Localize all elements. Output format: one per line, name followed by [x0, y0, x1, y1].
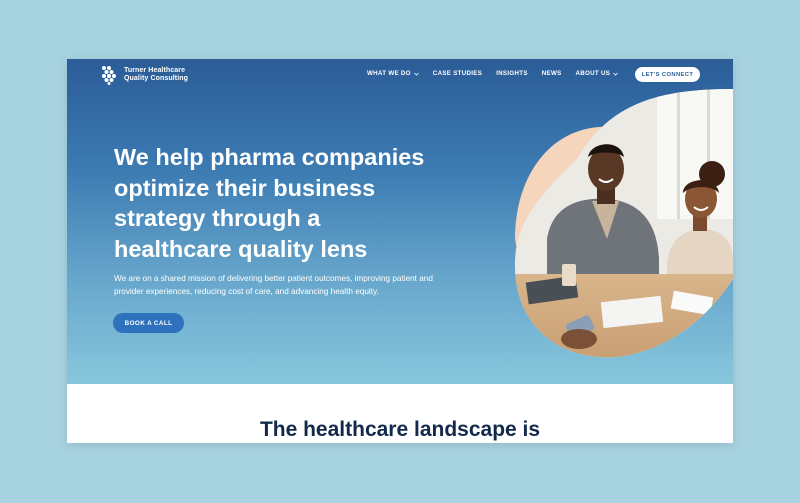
hero-headline-line: optimize their business: [114, 174, 376, 201]
nav-item-news[interactable]: NEWS: [542, 70, 562, 77]
brand-name: Turner Healthcare Quality Consulting: [124, 67, 188, 84]
nav-item-case-studies[interactable]: CASE STUDIES: [433, 70, 482, 77]
section-title: The healthcare landscape is: [259, 418, 541, 441]
nav-item-label: INSIGHTS: [496, 70, 528, 77]
chevron-down-icon: [414, 72, 419, 76]
nav-item-label: CASE STUDIES: [432, 70, 483, 77]
nav-item-insights[interactable]: INSIGHTS: [496, 70, 528, 77]
nav-item-label: NEWS: [541, 70, 562, 77]
browser-viewport: Turner Healthcare Quality Consulting WHA…: [67, 59, 733, 443]
hero-photo: [514, 89, 733, 358]
brand-logo[interactable]: Turner Healthcare Quality Consulting: [101, 65, 188, 85]
hero-section: Turner Healthcare Quality Consulting WHA…: [67, 59, 733, 384]
lets-connect-button[interactable]: LET'S CONNECT: [635, 67, 700, 82]
chevron-down-icon: [613, 72, 619, 76]
hero-headline-line: healthcare quality lens: [114, 235, 368, 262]
hero-headline-line: We help pharma companies: [114, 144, 425, 170]
nav-item-about-us[interactable]: ABOUT US: [576, 70, 619, 77]
book-a-call-button[interactable]: BOOK A CALL: [113, 313, 184, 333]
nav-item-what-we-do[interactable]: WHAT WE DO: [367, 70, 419, 77]
hero-headline-line: strategy through a: [114, 205, 321, 231]
nav-item-label: WHAT WE DO: [367, 70, 411, 77]
tq-logo-icon: [102, 66, 116, 85]
main-nav: WHAT WE DO CASE STUDIES INSIGHTS NEWS AB…: [367, 70, 632, 77]
hero-subcopy: We are on a shared mission of delivering…: [114, 274, 433, 296]
nav-item-label: ABOUT US: [575, 70, 611, 77]
brand-name-line2: Quality Consulting: [124, 75, 189, 82]
brand-name-line1: Turner Healthcare: [124, 66, 186, 74]
hero-headline: We help pharma companies optimize their …: [114, 142, 474, 264]
